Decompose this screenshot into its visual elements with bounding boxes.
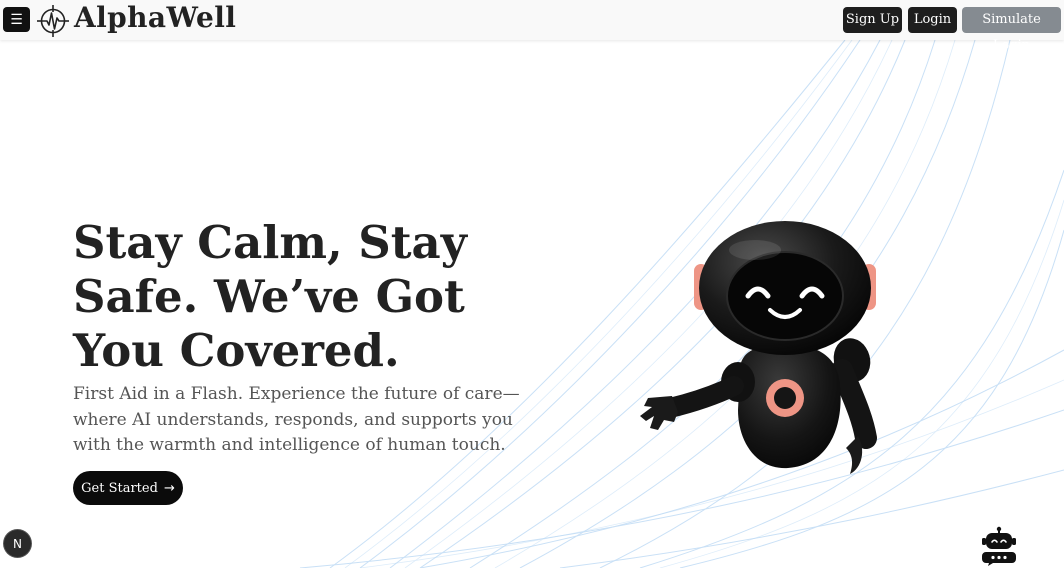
hamburger-menu-button[interactable]: ☰: [3, 7, 30, 32]
login-button[interactable]: Login: [908, 7, 957, 33]
simulate-login-button[interactable]: Simulate Login: [962, 7, 1061, 53]
brand-name[interactable]: AlphaWell: [74, 0, 236, 38]
get-started-label: Get Started: [81, 480, 158, 496]
robot-mascot-illustration: [640, 221, 877, 474]
hamburger-icon: ☰: [10, 11, 23, 28]
hero-subtitle: First Aid in a Flash. Experience the fut…: [73, 384, 520, 455]
arrow-right-icon: →: [163, 480, 175, 496]
dev-indicator-label: N: [13, 536, 22, 551]
top-navbar: ☰ AlphaWell Sign Up Login Simulate Login: [0, 0, 1064, 53]
dev-indicator-badge[interactable]: N: [4, 530, 31, 557]
heartbeat-crosshair-icon: [37, 5, 69, 37]
hero-title: Stay Calm, Stay Safe. We’ve Got You Cove…: [73, 216, 467, 377]
get-started-button[interactable]: Get Started →: [73, 471, 183, 505]
sign-up-button[interactable]: Sign Up: [843, 7, 902, 33]
chatbot-icon[interactable]: [979, 526, 1019, 566]
